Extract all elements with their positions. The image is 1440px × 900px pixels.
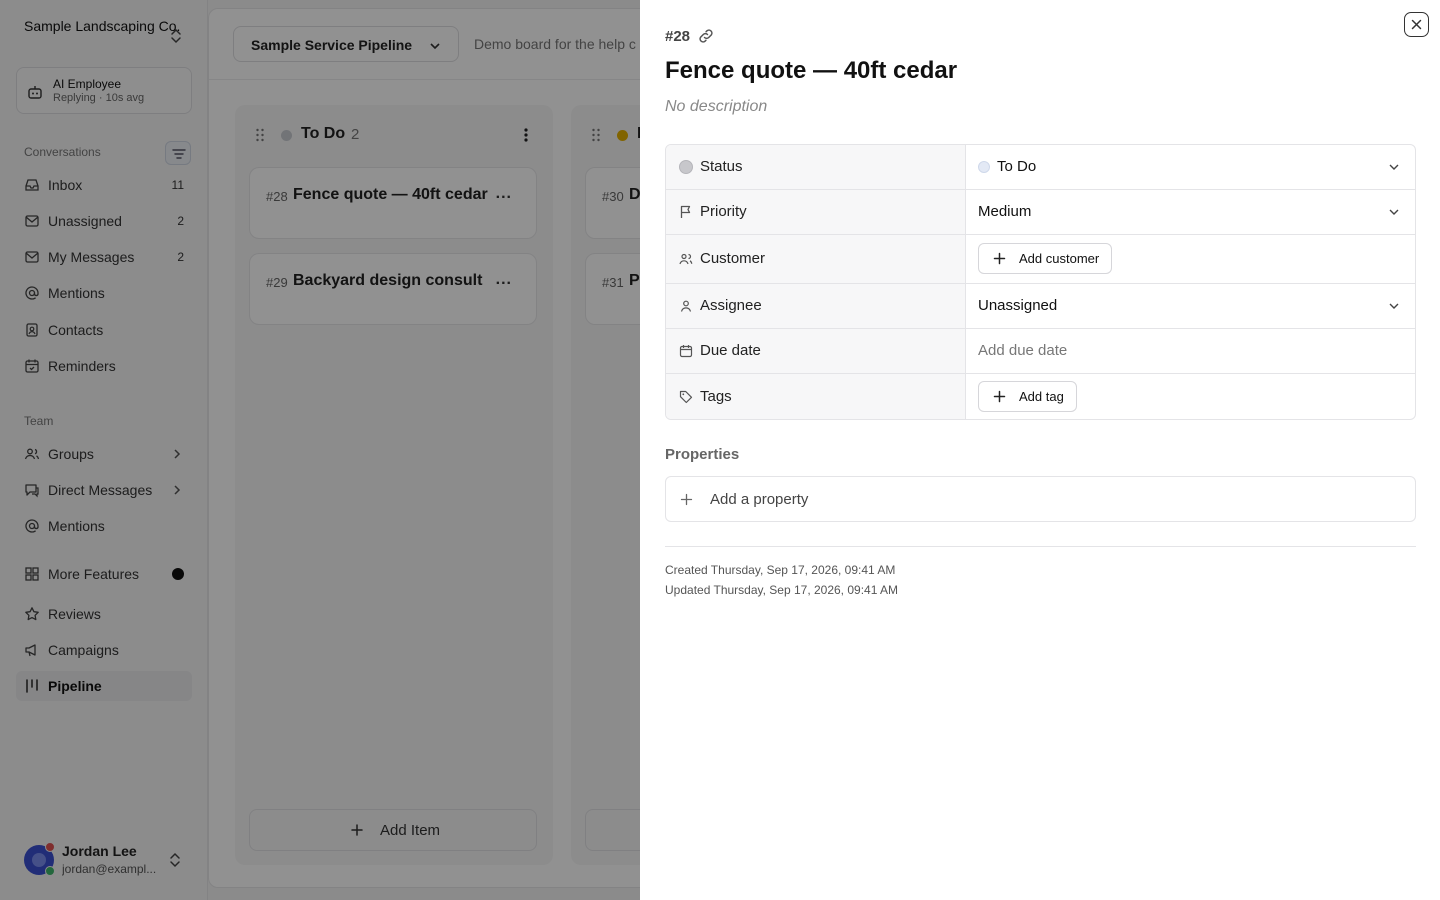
field-key: Assignee <box>666 284 966 328</box>
chevron-down-icon <box>1389 164 1399 170</box>
add-tag-label: Add tag <box>1019 388 1064 404</box>
field-row-status: Status To Do <box>666 145 1415 190</box>
users-icon <box>679 253 693 265</box>
field-key: Customer <box>666 235 966 283</box>
add-tag-button[interactable]: Add tag <box>978 380 1077 412</box>
field-row-customer: Customer Add customer <box>666 235 1415 284</box>
priority-value: Medium <box>978 203 1032 220</box>
updated-timestamp: Updated Thursday, Sep 17, 2026, 09:41 AM <box>665 583 899 597</box>
modal-backdrop[interactable] <box>0 0 640 900</box>
plus-icon <box>993 390 1006 402</box>
add-customer-label: Add customer <box>1019 251 1100 266</box>
field-key: Priority <box>666 190 966 234</box>
item-description[interactable]: No description <box>665 98 767 116</box>
field-label: Priority <box>700 203 747 220</box>
close-icon <box>1411 19 1422 30</box>
field-key: Tags <box>666 374 966 419</box>
field-key: Status <box>666 145 966 189</box>
assignee-select[interactable]: Unassigned <box>966 284 1415 328</box>
priority-select[interactable]: Medium <box>966 190 1415 234</box>
properties-heading: Properties <box>665 446 740 463</box>
field-key: Due date <box>666 329 966 373</box>
status-icon <box>679 160 693 174</box>
created-timestamp: Created Thursday, Sep 17, 2026, 09:41 AM <box>665 563 896 577</box>
plus-icon <box>680 493 693 506</box>
add-property-label: Add a property <box>710 491 809 508</box>
item-title[interactable]: Fence quote — 40ft cedar <box>665 57 957 85</box>
flag-icon <box>680 205 691 218</box>
add-customer-button[interactable]: Add customer <box>978 243 1113 274</box>
field-label: Assignee <box>700 297 762 314</box>
field-value: Add tag <box>966 374 1415 419</box>
link-icon[interactable] <box>697 27 715 45</box>
tag-icon <box>679 390 693 403</box>
field-row-due-date: Due date Add due date <box>666 329 1415 374</box>
divider <box>665 546 1416 547</box>
field-value: Add customer <box>966 235 1415 283</box>
field-row-assignee: Assignee Unassigned <box>666 284 1415 329</box>
assignee-value: Unassigned <box>978 297 1058 314</box>
field-label: Due date <box>700 342 761 359</box>
due-date-placeholder: Add due date <box>978 342 1068 359</box>
chevron-down-icon <box>1389 209 1399 215</box>
item-id: #28 <box>665 28 691 45</box>
add-property-button[interactable]: Add a property <box>665 476 1416 522</box>
chevron-down-icon <box>1389 303 1399 309</box>
item-detail-drawer: #28 Fence quote — 40ft cedar No descript… <box>640 0 1440 900</box>
field-row-tags: Tags Add tag <box>666 374 1415 419</box>
calendar-icon <box>679 345 693 358</box>
due-date-picker[interactable]: Add due date <box>966 329 1415 373</box>
status-dot <box>978 161 990 173</box>
field-label: Status <box>700 158 743 175</box>
plus-icon <box>993 252 1006 265</box>
status-select[interactable]: To Do <box>966 145 1415 189</box>
item-properties-table: Status To Do Priority Medium Customer Ad… <box>665 144 1416 420</box>
status-value: To Do <box>997 158 1037 175</box>
field-label: Customer <box>700 250 766 267</box>
user-icon <box>680 300 692 312</box>
field-label: Tags <box>700 387 732 405</box>
close-button[interactable] <box>1404 12 1429 37</box>
field-row-priority: Priority Medium <box>666 190 1415 235</box>
